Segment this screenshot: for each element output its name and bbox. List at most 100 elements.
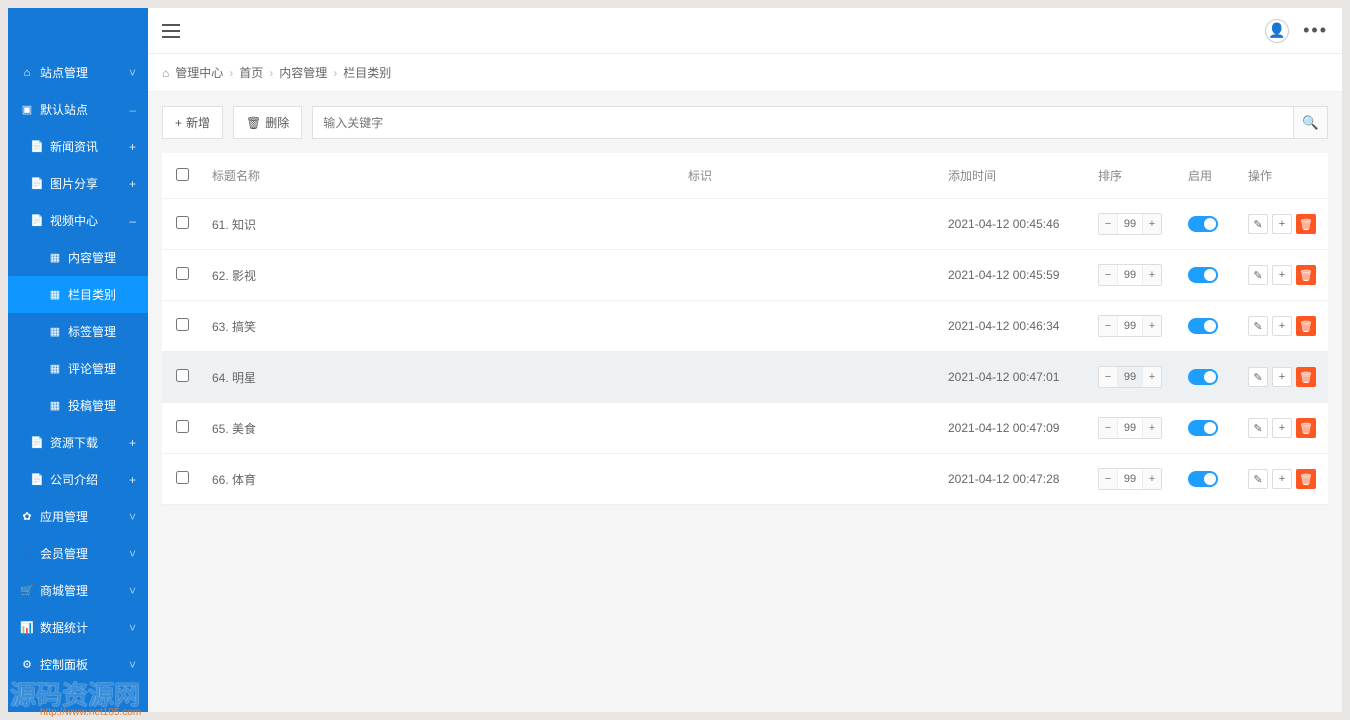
enable-switch[interactable] bbox=[1188, 369, 1218, 385]
stepper-plus[interactable]: + bbox=[1143, 265, 1161, 285]
folder-icon: ⚙ bbox=[20, 658, 34, 671]
stepper-plus[interactable]: + bbox=[1143, 316, 1161, 336]
stepper-minus[interactable]: − bbox=[1099, 316, 1117, 336]
delete-button[interactable]: 🗑删除 bbox=[233, 106, 302, 139]
home-icon: ⌂ bbox=[162, 66, 169, 80]
stepper-minus[interactable]: − bbox=[1099, 265, 1117, 285]
hamburger-icon[interactable] bbox=[162, 24, 180, 38]
sidebar-item[interactable]: 📄 视频中心 – bbox=[8, 202, 148, 239]
add-child-button[interactable]: + bbox=[1272, 214, 1292, 234]
row-delete-button[interactable]: 🗑 bbox=[1296, 214, 1316, 234]
folder-icon: 🛒 bbox=[20, 584, 34, 597]
add-child-button[interactable]: + bbox=[1272, 316, 1292, 336]
stepper-minus[interactable]: − bbox=[1099, 469, 1117, 489]
edit-button[interactable]: ✎ bbox=[1248, 214, 1268, 234]
folder-icon: 📄 bbox=[30, 473, 44, 486]
more-icon[interactable]: ••• bbox=[1303, 20, 1328, 41]
sidebar-item-label: 评论管理 bbox=[68, 360, 116, 377]
edit-button[interactable]: ✎ bbox=[1248, 316, 1268, 336]
folder-icon: 👤 bbox=[20, 547, 34, 560]
sort-stepper[interactable]: − 99 + bbox=[1098, 213, 1162, 235]
row-delete-button[interactable]: 🗑 bbox=[1296, 316, 1316, 336]
edit-button[interactable]: ✎ bbox=[1248, 367, 1268, 387]
cell-time: 2021-04-12 00:47:01 bbox=[938, 356, 1088, 398]
breadcrumb-item[interactable]: 首页 bbox=[239, 64, 263, 81]
row-checkbox[interactable] bbox=[176, 267, 189, 280]
sidebar-item[interactable]: 📄 公司介绍 + bbox=[8, 461, 148, 498]
edit-button[interactable]: ✎ bbox=[1248, 418, 1268, 438]
chevron-icon: ˅ bbox=[129, 584, 136, 598]
folder-icon: 📄 bbox=[30, 140, 44, 153]
stepper-plus[interactable]: + bbox=[1143, 418, 1161, 438]
row-checkbox[interactable] bbox=[176, 318, 189, 331]
enable-switch[interactable] bbox=[1188, 216, 1218, 232]
add-child-button[interactable]: + bbox=[1272, 367, 1292, 387]
cell-time: 2021-04-12 00:46:34 bbox=[938, 305, 1088, 347]
row-checkbox[interactable] bbox=[176, 471, 189, 484]
sidebar-logo bbox=[8, 8, 148, 54]
enable-switch[interactable] bbox=[1188, 318, 1218, 334]
sidebar-item[interactable]: 📄 新闻资讯 + bbox=[8, 128, 148, 165]
row-delete-button[interactable]: 🗑 bbox=[1296, 418, 1316, 438]
row-checkbox[interactable] bbox=[176, 369, 189, 382]
row-delete-button[interactable]: 🗑 bbox=[1296, 265, 1316, 285]
sidebar-item-label: 新闻资讯 bbox=[50, 138, 98, 155]
breadcrumb: ⌂ 管理中心 › 首页 › 内容管理 › 栏目类别 bbox=[148, 54, 1342, 92]
stepper-plus[interactable]: + bbox=[1143, 469, 1161, 489]
edit-button[interactable]: ✎ bbox=[1248, 469, 1268, 489]
toolbar: +新增 🗑删除 🔍 bbox=[162, 106, 1328, 139]
search-button[interactable]: 🔍 bbox=[1294, 106, 1328, 139]
sort-stepper[interactable]: − 99 + bbox=[1098, 417, 1162, 439]
sort-stepper[interactable]: − 99 + bbox=[1098, 366, 1162, 388]
stepper-minus[interactable]: − bbox=[1099, 367, 1117, 387]
sort-stepper[interactable]: − 99 + bbox=[1098, 468, 1162, 490]
enable-switch[interactable] bbox=[1188, 471, 1218, 487]
search-input[interactable] bbox=[312, 106, 1294, 139]
stepper-value: 99 bbox=[1117, 214, 1143, 234]
edit-button[interactable]: ✎ bbox=[1248, 265, 1268, 285]
plus-icon: + bbox=[175, 116, 182, 130]
sort-stepper[interactable]: − 99 + bbox=[1098, 264, 1162, 286]
add-child-button[interactable]: + bbox=[1272, 418, 1292, 438]
sidebar-item-label: 站点管理 bbox=[40, 64, 88, 81]
sidebar-item[interactable]: ▦ 投稿管理 bbox=[8, 387, 148, 424]
enable-switch[interactable] bbox=[1188, 267, 1218, 283]
add-child-button[interactable]: + bbox=[1272, 265, 1292, 285]
row-checkbox[interactable] bbox=[176, 420, 189, 433]
row-delete-button[interactable]: 🗑 bbox=[1296, 367, 1316, 387]
sidebar-item[interactable]: ▣ 默认站点 – bbox=[8, 91, 148, 128]
sidebar-item[interactable]: 👤 会员管理 ˅ bbox=[8, 535, 148, 572]
stepper-plus[interactable]: + bbox=[1143, 214, 1161, 234]
sidebar-item[interactable]: 🛒 商城管理 ˅ bbox=[8, 572, 148, 609]
sort-stepper[interactable]: − 99 + bbox=[1098, 315, 1162, 337]
sidebar-item[interactable]: ▦ 栏目类别 bbox=[8, 276, 148, 313]
cell-ident bbox=[678, 363, 938, 391]
sidebar-item-label: 商城管理 bbox=[40, 582, 88, 599]
stepper-value: 99 bbox=[1117, 367, 1143, 387]
stepper-minus[interactable]: − bbox=[1099, 214, 1117, 234]
col-ident: 标识 bbox=[678, 153, 938, 198]
row-checkbox[interactable] bbox=[176, 216, 189, 229]
sidebar-item[interactable]: 📊 数据统计 ˅ bbox=[8, 609, 148, 646]
select-all-checkbox[interactable] bbox=[176, 168, 189, 181]
sidebar-item-label: 投稿管理 bbox=[68, 397, 116, 414]
breadcrumb-item[interactable]: 内容管理 bbox=[279, 64, 327, 81]
avatar[interactable]: 👤 bbox=[1265, 19, 1289, 43]
add-child-button[interactable]: + bbox=[1272, 469, 1292, 489]
sidebar-item[interactable]: ▦ 内容管理 bbox=[8, 239, 148, 276]
stepper-minus[interactable]: − bbox=[1099, 418, 1117, 438]
stepper-plus[interactable]: + bbox=[1143, 367, 1161, 387]
cell-time: 2021-04-12 00:45:59 bbox=[938, 254, 1088, 296]
add-button[interactable]: +新增 bbox=[162, 106, 223, 139]
sidebar-item[interactable]: 📄 图片分享 + bbox=[8, 165, 148, 202]
row-delete-button[interactable]: 🗑 bbox=[1296, 469, 1316, 489]
sidebar-item[interactable]: ⌂ 站点管理 ˅ bbox=[8, 54, 148, 91]
sidebar-item[interactable]: 📄 资源下载 + bbox=[8, 424, 148, 461]
enable-switch[interactable] bbox=[1188, 420, 1218, 436]
breadcrumb-item: 栏目类别 bbox=[343, 64, 391, 81]
sidebar-item[interactable]: ✿ 应用管理 ˅ bbox=[8, 498, 148, 535]
sidebar-item[interactable]: ▦ 标签管理 bbox=[8, 313, 148, 350]
sidebar-item[interactable]: ▦ 评论管理 bbox=[8, 350, 148, 387]
sidebar-item-label: 应用管理 bbox=[40, 508, 88, 525]
topbar: 👤 ••• bbox=[148, 8, 1342, 54]
